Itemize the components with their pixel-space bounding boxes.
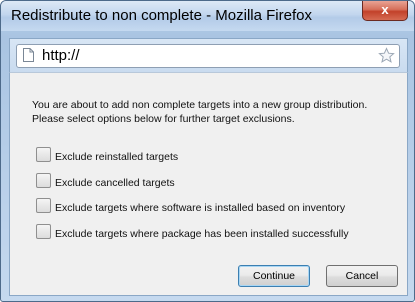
window-title: Redistribute to non complete - Mozilla F… bbox=[11, 7, 312, 24]
checkbox-exclude-cancelled[interactable] bbox=[36, 173, 51, 188]
cancel-button[interactable]: Cancel bbox=[326, 265, 398, 287]
option-label: Exclude targets where package has been i… bbox=[55, 228, 349, 240]
star-icon[interactable] bbox=[378, 47, 395, 64]
url-text: http:// bbox=[42, 47, 80, 64]
dialog-message: You are about to add non complete target… bbox=[32, 99, 402, 126]
option-label: Exclude reinstalled targets bbox=[55, 151, 179, 163]
option-label: Exclude targets where software is instal… bbox=[55, 202, 346, 214]
close-button[interactable]: x bbox=[362, 1, 408, 21]
page-icon bbox=[23, 48, 34, 62]
checkbox-exclude-inventory[interactable] bbox=[36, 198, 51, 213]
title-bar[interactable]: Redistribute to non complete - Mozilla F… bbox=[1, 1, 414, 31]
message-line-2: Please select options below for further … bbox=[32, 112, 295, 125]
option-label: Exclude cancelled targets bbox=[55, 177, 175, 189]
checkbox-exclude-reinstalled[interactable] bbox=[36, 147, 51, 162]
navigation-bar: http:// bbox=[9, 38, 408, 72]
dialog-content: You are about to add non complete target… bbox=[9, 72, 408, 296]
browser-window: Redistribute to non complete - Mozilla F… bbox=[0, 0, 415, 302]
url-input[interactable]: http:// bbox=[16, 44, 400, 68]
continue-button[interactable]: Continue bbox=[238, 265, 310, 287]
checkbox-exclude-installed-successfully[interactable] bbox=[36, 224, 51, 239]
message-line-1: You are about to add non complete target… bbox=[32, 99, 368, 111]
